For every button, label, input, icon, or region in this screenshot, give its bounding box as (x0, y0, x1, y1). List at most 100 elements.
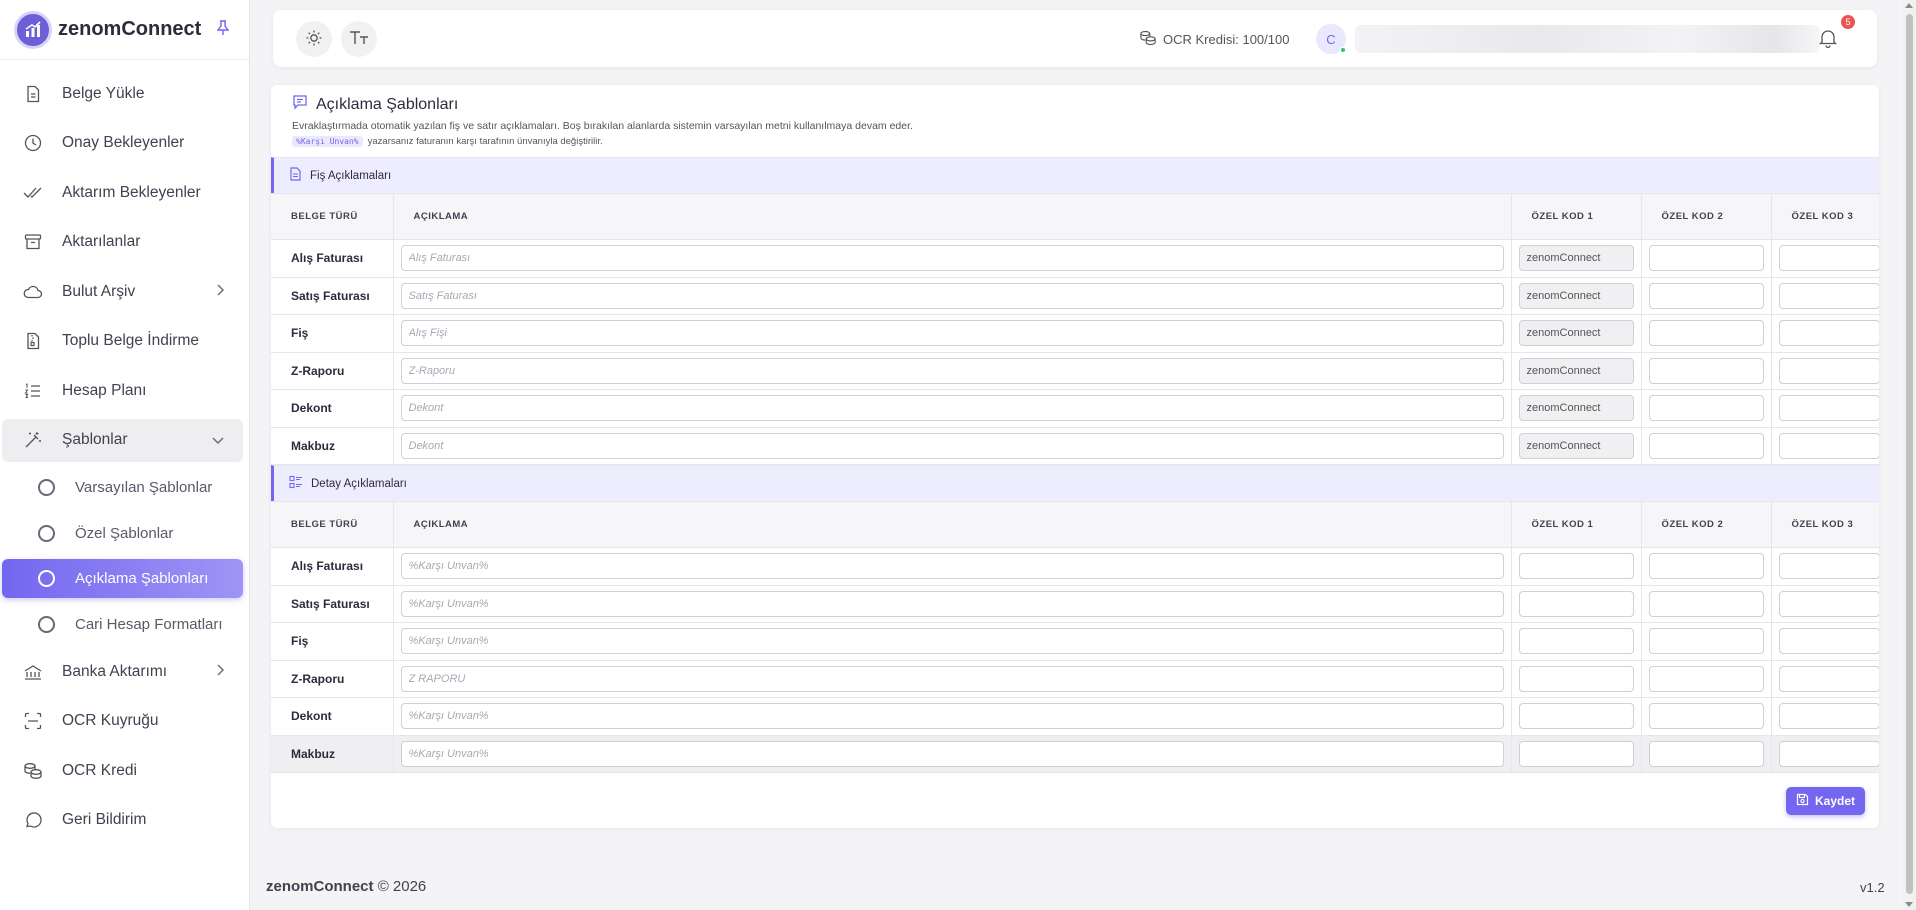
cell-ozel-kod-3 (1771, 697, 1879, 736)
save-button[interactable]: Kaydet (1785, 787, 1865, 815)
row-label: Makbuz (271, 427, 394, 465)
circle-icon (38, 570, 55, 587)
ozel-kod-2-input[interactable] (1648, 282, 1764, 309)
theme-toggle-button[interactable] (296, 21, 332, 57)
cell-ozel-kod-2 (1641, 277, 1772, 315)
ozel-kod-1-input[interactable] (1518, 628, 1634, 655)
ozel-kod-3-input[interactable] (1778, 628, 1879, 655)
sidebar-subitem-aciklama-sablonlari[interactable]: Açıklama Şablonları (2, 559, 243, 598)
ozel-kod-3-input[interactable] (1778, 665, 1879, 692)
ozel-kod-2-input[interactable] (1648, 432, 1764, 459)
scroll-thumb[interactable] (1906, 14, 1913, 894)
font-size-button[interactable] (341, 21, 377, 57)
aciklama-input[interactable] (400, 320, 1504, 347)
ozel-kod-3-input[interactable] (1778, 320, 1879, 347)
aciklama-input[interactable] (400, 590, 1504, 617)
ozel-kod-1-input[interactable] (1518, 282, 1634, 309)
cell-ozel-kod-3 (1771, 547, 1879, 586)
cell-ozel-kod-3 (1771, 735, 1879, 773)
aciklama-input[interactable] (400, 703, 1504, 730)
sidebar-subitem-label: Varsayılan Şablonlar (75, 479, 213, 496)
sidebar-item-ocr-kuyrugu[interactable]: OCR Kuyruğu (2, 700, 243, 743)
ozel-kod-3-input[interactable] (1778, 395, 1879, 422)
cell-ozel-kod-2 (1641, 389, 1772, 428)
avatar[interactable]: C (1316, 24, 1346, 54)
ozel-kod-3-input[interactable] (1778, 553, 1879, 580)
ozel-kod-3-input[interactable] (1778, 357, 1879, 384)
col-header-ozel-kod-2: ÖZEL KOD 2 (1641, 501, 1772, 548)
list-details-icon (289, 475, 303, 492)
ozel-kod-2-input[interactable] (1648, 395, 1764, 422)
sidebar-item-hesap-plani[interactable]: Hesap Planı (2, 369, 243, 412)
ozel-kod-3-input[interactable] (1778, 740, 1879, 767)
ozel-kod-1-input[interactable] (1518, 553, 1634, 580)
ozel-kod-2-input[interactable] (1648, 357, 1764, 384)
sidebar-item-aktarilanlar[interactable]: Aktarılanlar (2, 221, 243, 264)
sidebar-subitem-varsayilan-sablonlar[interactable]: Varsayılan Şablonlar (2, 468, 243, 507)
aciklama-input[interactable] (400, 432, 1504, 459)
col-header-ozel-kod-1: ÖZEL KOD 1 (1511, 501, 1642, 548)
sidebar-subitem-cari-hesap-formatlari[interactable]: Cari Hesap Formatları (2, 605, 243, 644)
scroll-down-arrow-icon[interactable] (1905, 902, 1913, 907)
topbar: OCR Kredisi: 100/100 C 5 (273, 10, 1877, 67)
sidebar-subitem-ozel-sablonlar[interactable]: Özel Şablonlar (2, 514, 243, 553)
sidebar-item-label: Bulut Arşiv (62, 282, 136, 300)
ozel-kod-2-input[interactable] (1648, 740, 1764, 767)
cell-aciklama (393, 389, 1512, 428)
cloud-icon (22, 281, 44, 303)
cell-ozel-kod-3 (1771, 277, 1879, 315)
ozel-kod-1-input[interactable] (1518, 395, 1634, 422)
bell-icon[interactable] (1818, 28, 1838, 51)
sidebar-item-ocr-kredi[interactable]: OCR Kredi (2, 749, 243, 792)
scroll-up-arrow-icon[interactable] (1905, 3, 1913, 8)
aciklama-input[interactable] (400, 282, 1504, 309)
ozel-kod-1-input[interactable] (1518, 357, 1634, 384)
brand[interactable]: zenomConnect (0, 0, 249, 60)
aciklama-input[interactable] (400, 395, 1504, 422)
ozel-kod-1-input[interactable] (1518, 432, 1634, 459)
ozel-kod-3-input[interactable] (1778, 590, 1879, 617)
ozel-kod-1-input[interactable] (1518, 665, 1634, 692)
aciklama-input[interactable] (400, 740, 1504, 767)
ozel-kod-1-input[interactable] (1518, 703, 1634, 730)
cell-aciklama (393, 277, 1512, 315)
ozel-kod-1-input[interactable] (1518, 590, 1634, 617)
sidebar-item-banka-aktarimi[interactable]: Banka Aktarımı (2, 650, 243, 693)
aciklama-input[interactable] (400, 553, 1504, 580)
row-label: Z-Raporu (271, 660, 394, 698)
aciklama-input[interactable] (400, 357, 1504, 384)
sidebar-item-toplu-belge-indirme[interactable]: Toplu Belge İndirme (2, 320, 243, 363)
sidebar-item-sablonlar[interactable]: Şablonlar (2, 418, 243, 462)
page-scrollbar[interactable] (1903, 0, 1916, 910)
aciklama-input[interactable] (400, 665, 1504, 692)
ozel-kod-2-input[interactable] (1648, 590, 1764, 617)
sidebar-item-bulut-arsiv[interactable]: Bulut Arşiv (2, 270, 243, 313)
ozel-kod-2-input[interactable] (1648, 320, 1764, 347)
aciklama-input[interactable] (400, 628, 1504, 655)
ozel-kod-2-input[interactable] (1648, 665, 1764, 692)
cell-ozel-kod-3 (1771, 622, 1879, 661)
row-label: Z-Raporu (271, 352, 394, 390)
ozel-kod-1-input[interactable] (1518, 245, 1634, 272)
sidebar-item-onay-bekleyenler[interactable]: Onay Bekleyenler (2, 122, 243, 165)
cell-aciklama (393, 352, 1512, 390)
pin-icon[interactable] (216, 20, 230, 39)
page-hint-text: yazarsanız faturanın karşı tarafının ünv… (367, 136, 603, 147)
sidebar-item-belge-yukle[interactable]: Belge Yükle (2, 72, 243, 115)
ozel-kod-3-input[interactable] (1778, 282, 1879, 309)
sidebar-item-geri-bildirim[interactable]: Geri Bildirim (2, 799, 243, 842)
ozel-kod-2-input[interactable] (1648, 703, 1764, 730)
ozel-kod-2-input[interactable] (1648, 628, 1764, 655)
sidebar-item-aktarim-bekleyenler[interactable]: Aktarım Bekleyenler (2, 171, 243, 214)
ozel-kod-1-input[interactable] (1518, 320, 1634, 347)
ozel-kod-3-input[interactable] (1778, 245, 1879, 272)
ozel-kod-2-input[interactable] (1648, 553, 1764, 580)
ozel-kod-1-input[interactable] (1518, 740, 1634, 767)
aciklama-input[interactable] (400, 245, 1504, 272)
cell-ozel-kod-1 (1511, 697, 1642, 736)
footer-brand: zenomConnect (266, 878, 374, 895)
ocr-credit[interactable]: OCR Kredisi: 100/100 (1139, 30, 1289, 49)
ozel-kod-3-input[interactable] (1778, 703, 1879, 730)
ozel-kod-2-input[interactable] (1648, 245, 1764, 272)
ozel-kod-3-input[interactable] (1778, 432, 1879, 459)
